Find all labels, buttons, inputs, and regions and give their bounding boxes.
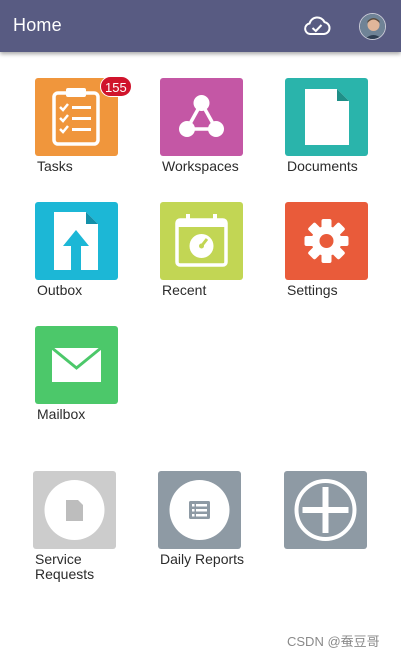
page-title: Home — [13, 15, 62, 35]
tile-label-tasks: Tasks — [37, 158, 73, 174]
mailbox-tile-background[interactable] — [35, 326, 118, 404]
tile-recent[interactable]: Recent — [160, 202, 270, 298]
shortcut-service-requests[interactable]: Service Requests — [33, 471, 143, 582]
documents-tile-background[interactable] — [285, 78, 368, 156]
add-shortcut-button[interactable] — [284, 471, 394, 549]
tile-label-mailbox: Mailbox — [37, 406, 86, 422]
tile-workspaces[interactable]: Workspaces — [160, 78, 270, 174]
document-icon — [305, 89, 349, 145]
gear-icon — [304, 219, 349, 263]
watermark-text: CSDN @蚕豆哥 — [287, 634, 380, 649]
tile-label-recent: Recent — [162, 282, 207, 298]
add-tile-background[interactable] — [284, 471, 367, 549]
list-circle-icon — [169, 480, 230, 540]
workspaces-tile-background[interactable] — [160, 78, 243, 156]
tile-outbox[interactable]: Outbox — [35, 202, 145, 298]
tasks-count-badge: 155 — [100, 76, 132, 97]
shortcut-daily-reports[interactable]: Daily Reports — [158, 471, 268, 567]
file-circle-icon — [44, 480, 105, 540]
tile-mailbox[interactable]: Mailbox — [35, 326, 145, 422]
shortcut-label-service-requests: Service Requests — [35, 551, 95, 582]
tile-label-documents: Documents — [287, 158, 358, 174]
outbox-tile-background[interactable] — [35, 202, 118, 280]
tile-label-settings: Settings — [287, 282, 338, 298]
tile-documents[interactable]: Documents — [285, 78, 395, 174]
tile-label-outbox: Outbox — [37, 282, 83, 298]
tile-label-workspaces: Workspaces — [162, 158, 239, 174]
service-requests-tile-background[interactable] — [33, 471, 116, 549]
shortcut-label-daily-reports: Daily Reports — [160, 551, 245, 567]
tile-settings[interactable]: Settings — [285, 202, 395, 298]
app-header: Home — [0, 0, 401, 52]
avatar[interactable] — [359, 13, 386, 40]
envelope-icon — [51, 346, 102, 382]
network-nodes-icon — [179, 95, 224, 137]
recent-tile-background[interactable] — [160, 202, 243, 280]
upload-file-icon — [54, 212, 98, 270]
cloud-sync-icon[interactable] — [302, 14, 332, 38]
plus-icon — [294, 479, 357, 541]
settings-tile-background[interactable] — [285, 202, 368, 280]
daily-reports-tile-background[interactable] — [158, 471, 241, 549]
calendar-gauge-icon — [175, 214, 228, 267]
